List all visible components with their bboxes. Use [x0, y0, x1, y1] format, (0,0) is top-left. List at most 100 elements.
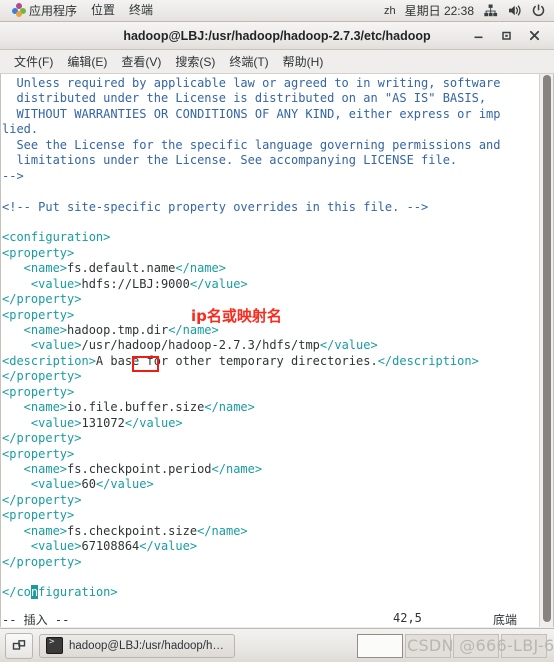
menubar: 文件(F) 编辑(E) 查看(V) 搜索(S) 终端(T) 帮助(H) — [0, 50, 554, 74]
workspace-3[interactable] — [453, 633, 499, 658]
terminal-span: </property> — [2, 369, 82, 384]
terminal-span: fs.checkpoint.size — [67, 523, 198, 538]
terminal-line: <name>fs.default.name</name> — [2, 261, 539, 276]
minimize-icon[interactable] — [472, 29, 485, 42]
terminal-span: <value> — [2, 477, 82, 492]
terminal-span: <value> — [2, 539, 82, 554]
terminal-span: </value> — [124, 415, 183, 430]
terminal-line: </property> — [2, 493, 539, 508]
terminal-span: fs.default.name — [67, 261, 176, 276]
terminal-span: WITHOUT WARRANTIES OR CONDITIONS OF ANY … — [2, 106, 501, 121]
terminal-line: <!-- Put site-specific property override… — [2, 200, 539, 215]
menu-terminal[interactable]: 终端(T) — [222, 51, 275, 72]
terminal-line: <value>/usr/hadoop/hadoop-2.7.3/hdfs/tmp… — [2, 338, 539, 353]
close-icon[interactable] — [528, 29, 541, 42]
terminal-span: <property> — [2, 245, 75, 260]
terminal-span: 60 — [81, 477, 96, 492]
terminal-span: </name> — [168, 323, 219, 337]
window-titlebar[interactable]: hadoop@LBJ:/usr/hadoop/hadoop-2.7.3/etc/… — [0, 22, 554, 50]
terminal-span: </property> — [2, 554, 82, 569]
network-icon[interactable] — [483, 3, 498, 18]
places-menu[interactable]: 位置 — [84, 1, 122, 20]
terminal-line: <property> — [2, 508, 539, 523]
top-panel: 应用程序 位置 终端 zh 星期日 22:38 — [0, 0, 554, 22]
taskbar-window-label: hadoop@LBJ:/usr/hadoop/hadoop-··· — [69, 639, 228, 652]
terminal-span: </property> — [2, 292, 82, 307]
terminal-span: </value> — [319, 338, 378, 353]
terminal-menu[interactable]: 终端 — [122, 1, 160, 20]
terminal-span: <name> — [2, 523, 68, 538]
scrollbar-thumb[interactable] — [543, 75, 551, 623]
workspace-4[interactable] — [501, 633, 547, 658]
terminal-span: </name> — [175, 261, 226, 276]
terminal-span: --> — [2, 168, 24, 183]
terminal-span: <name> — [2, 323, 68, 337]
terminal-content-area[interactable]: Unless required by applicable law or agr… — [0, 74, 554, 627]
terminal-window: hadoop@LBJ:/usr/hadoop/hadoop-2.7.3/etc/… — [0, 22, 554, 628]
terminal-line: <name>io.file.buffer.size</name> — [2, 400, 539, 415]
show-desktop-icon[interactable] — [5, 632, 33, 659]
terminal-span: <description> — [2, 353, 96, 368]
applications-menu-label: 应用程序 — [29, 3, 78, 18]
terminal-span: </value> — [139, 539, 198, 554]
terminal-span: </description> — [377, 353, 479, 368]
window-controls — [472, 29, 554, 42]
terminal-menu-label: 终端 — [129, 3, 154, 17]
terminal-span: 67108864 — [81, 539, 140, 554]
terminal-line: </property> — [2, 555, 539, 570]
terminal-span: io.file.buffer.size — [67, 400, 205, 415]
terminal-line: <property> — [2, 385, 539, 400]
terminal-line: <name>fs.checkpoint.period</name> — [2, 462, 539, 477]
terminal-line: <description>A base for other temporary … — [2, 354, 539, 369]
power-icon[interactable] — [531, 3, 546, 18]
terminal-icon — [46, 637, 63, 654]
terminal-span: </name> — [204, 400, 255, 415]
terminal-span: </value> — [95, 477, 154, 492]
terminal-line: lied. — [2, 122, 539, 137]
terminal-span: <!-- Put site-specific property override… — [2, 199, 429, 214]
applications-menu-icon — [12, 2, 26, 17]
terminal-span: </property> — [2, 492, 82, 507]
terminal-text[interactable]: Unless required by applicable law or agr… — [1, 74, 539, 627]
terminal-line: <name>hadoop.tmp.dir</name> — [2, 323, 539, 338]
places-menu-label: 位置 — [91, 3, 116, 17]
taskbar-window-button[interactable]: hadoop@LBJ:/usr/hadoop/hadoop-··· — [39, 633, 235, 658]
volume-icon[interactable] — [507, 3, 522, 18]
applications-menu[interactable]: 应用程序 — [5, 1, 84, 21]
terminal-span: Unless required by applicable law or agr… — [2, 76, 501, 90]
terminal-line: </configuration> — [2, 585, 539, 600]
terminal-span: <name> — [2, 461, 68, 476]
terminal-span: A base for other temporary directories. — [95, 353, 378, 368]
terminal-span: <value> — [2, 276, 82, 291]
terminal-span: </name> — [197, 523, 248, 538]
terminal-line: distributed under the License is distrib… — [2, 91, 539, 106]
input-method-indicator[interactable]: zh — [384, 5, 396, 17]
terminal-line: WITHOUT WARRANTIES OR CONDITIONS OF ANY … — [2, 107, 539, 122]
terminal-line: See the License for the specific languag… — [2, 138, 539, 153]
terminal-span: hadoop.tmp.dir — [67, 323, 169, 337]
workspace-switcher[interactable]: CSDN @666-LBJ-666 — [357, 633, 554, 658]
terminal-span: <property> — [2, 508, 75, 523]
vim-scroll-indicator: 底端 — [493, 613, 518, 627]
terminal-span: See the License for the specific languag… — [2, 137, 501, 152]
terminal-span: <name> — [2, 400, 68, 415]
clock[interactable]: 星期日 22:38 — [405, 2, 474, 19]
terminal-span: distributed under the License is distrib… — [2, 91, 487, 106]
menu-edit[interactable]: 编辑(E) — [60, 51, 114, 72]
menu-search[interactable]: 搜索(S) — [168, 51, 222, 72]
terminal-line: <property> — [2, 246, 539, 261]
workspace-2[interactable] — [405, 633, 451, 658]
menu-view[interactable]: 查看(V) — [114, 51, 168, 72]
terminal-span: limitations under the License. See accom… — [2, 153, 458, 168]
vim-status-line: -- 插入 -- 42,5 底端 — [1, 611, 539, 627]
menu-help[interactable]: 帮助(H) — [276, 51, 331, 72]
terminal-span: </property> — [2, 431, 82, 446]
vim-cursor-position: 42,5 — [393, 611, 422, 625]
terminal-scrollbar[interactable] — [539, 74, 553, 627]
workspace-1[interactable] — [357, 633, 403, 658]
terminal-line: --> — [2, 169, 539, 184]
terminal-line: <value>131072</value> — [2, 416, 539, 431]
menu-file[interactable]: 文件(F) — [7, 51, 60, 72]
maximize-icon[interactable] — [500, 29, 513, 42]
